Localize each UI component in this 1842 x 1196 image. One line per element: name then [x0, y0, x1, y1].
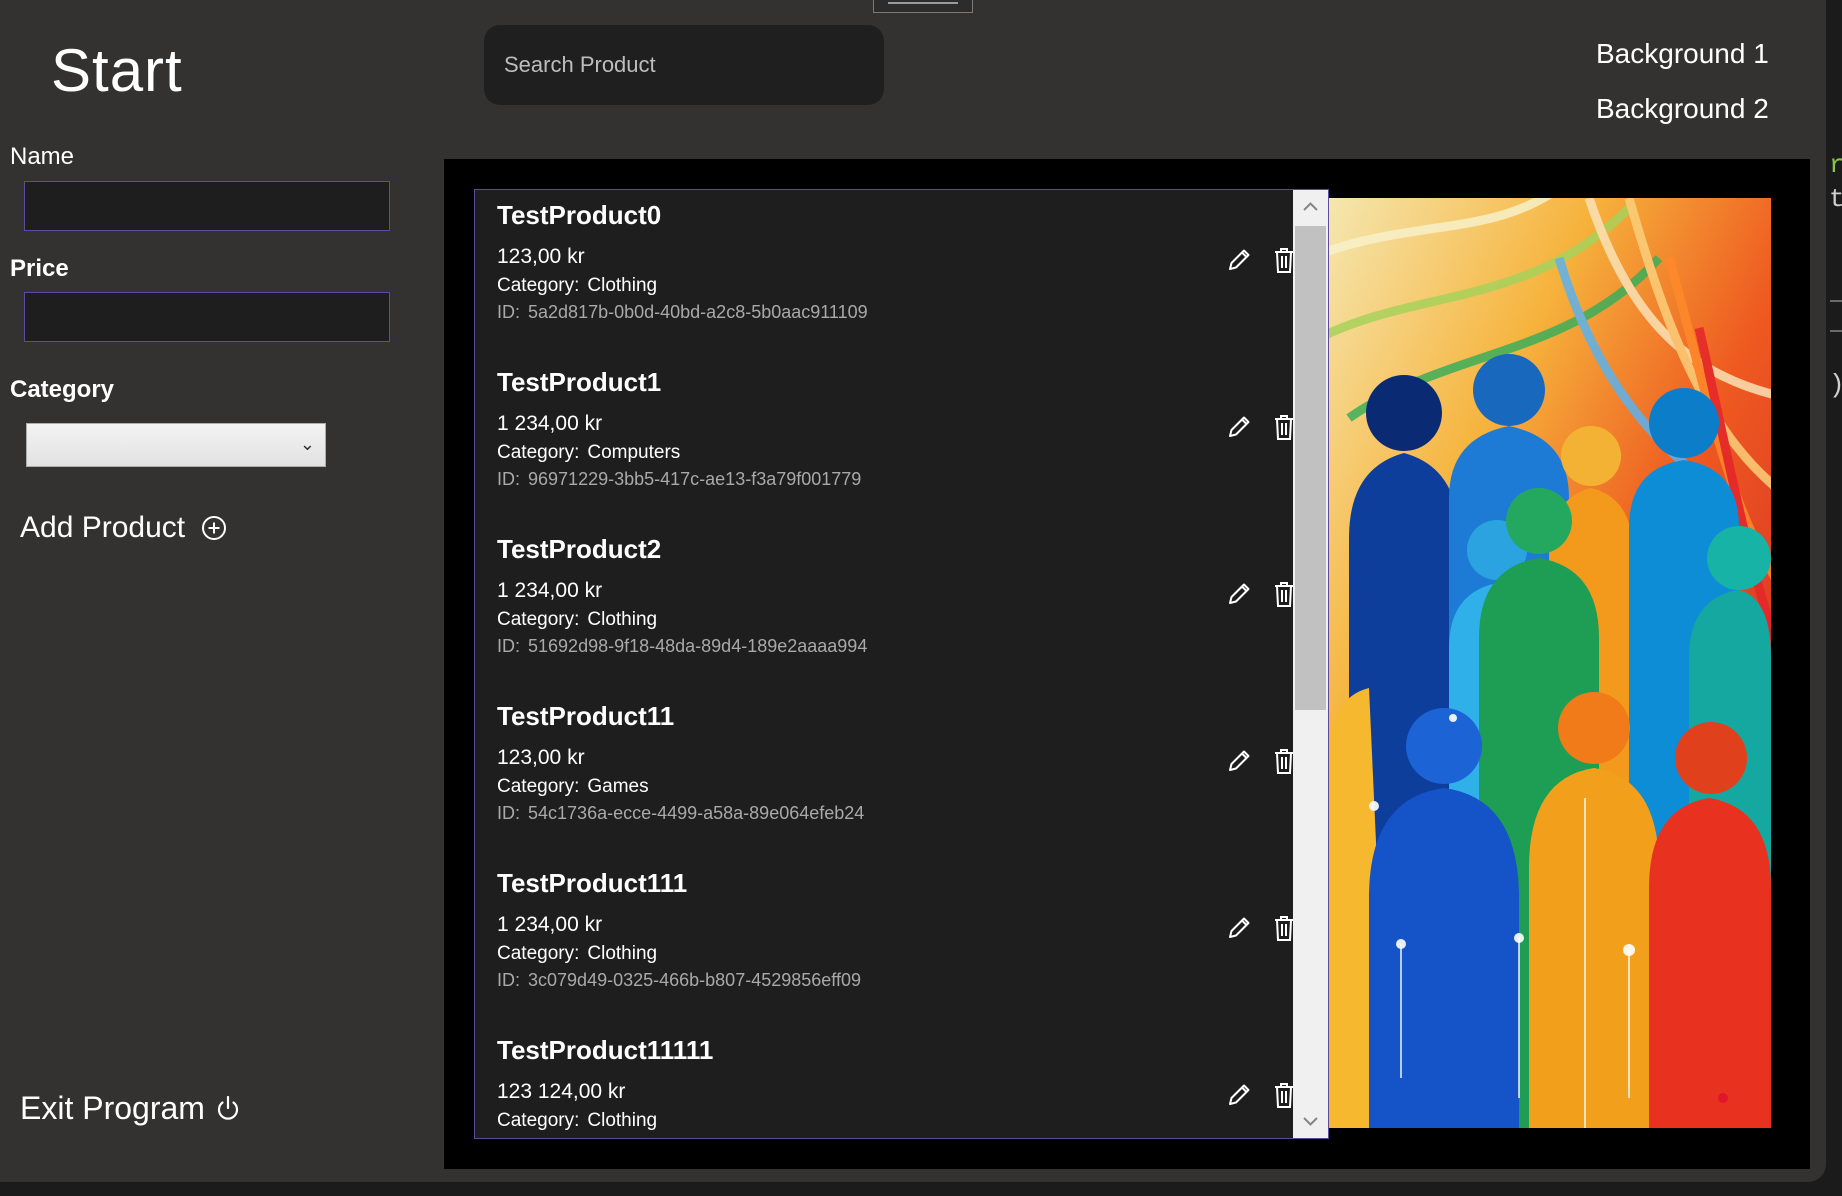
product-item: TestProduct1 1 234,00 kr Category: Comput…	[497, 357, 1297, 524]
background-artwork-image	[1329, 198, 1771, 1128]
product-name: TestProduct2	[497, 534, 662, 564]
product-item: TestProduct11 123,00 kr Category: Games I…	[497, 691, 1297, 858]
id-key: ID:	[497, 636, 521, 656]
category-value: Clothing	[587, 943, 658, 964]
scroll-up-arrow-icon[interactable]	[1293, 190, 1328, 224]
product-item: TestProduct11111 123 124,00 kr Category:…	[497, 1025, 1297, 1138]
category-select[interactable]: ⌄	[26, 423, 326, 467]
product-id: ID: 51692d98-9f18-48da-89d4-189e2aaaa994	[497, 636, 867, 657]
product-category: Category: Clothing	[497, 609, 657, 631]
window-drag-handle[interactable]	[873, 0, 973, 13]
pencil-icon[interactable]	[1225, 413, 1253, 441]
product-category: Category: Computers	[497, 442, 680, 464]
product-category: Category: Clothing	[497, 1110, 657, 1132]
pencil-icon[interactable]	[1225, 580, 1253, 608]
product-price: 1 234,00 kr	[497, 412, 603, 435]
product-list[interactable]: TestProduct0 123,00 kr Category: Clothing…	[474, 189, 1329, 1139]
product-name: TestProduct0	[497, 200, 662, 230]
background-option-2[interactable]: Background 2	[1596, 93, 1769, 125]
category-value: Clothing	[587, 275, 658, 296]
pencil-icon[interactable]	[1225, 747, 1253, 775]
background-divider	[1830, 300, 1842, 302]
category-value: Clothing	[587, 1110, 658, 1131]
category-key: Category:	[497, 275, 580, 296]
product-name: TestProduct111	[497, 868, 688, 898]
search-input[interactable]	[484, 25, 884, 105]
pencil-icon[interactable]	[1225, 914, 1253, 942]
category-key: Category:	[497, 943, 580, 964]
plus-circle-icon	[202, 516, 227, 540]
product-category: Category: Clothing	[497, 943, 657, 965]
product-price: 123,00 kr	[497, 746, 585, 769]
product-id: ID: 54c1736a-ecce-4499-a58a-89e064efeb24	[497, 803, 864, 824]
product-id: ID: 3c079d49-0325-466b-b807-4529856eff09	[497, 970, 861, 991]
exit-program-button[interactable]: Exit Program	[20, 1088, 241, 1128]
product-name: TestProduct11111	[497, 1035, 714, 1065]
id-value: 51692d98-9f18-48da-89d4-189e2aaaa994	[528, 636, 868, 656]
add-product-button[interactable]: Add Product	[20, 508, 227, 548]
product-item: TestProduct0 123,00 kr Category: Clothing…	[497, 190, 1297, 357]
list-scrollbar[interactable]	[1293, 190, 1328, 1138]
pencil-icon[interactable]	[1225, 1081, 1253, 1109]
category-value: Games	[587, 776, 649, 797]
scroll-down-arrow-icon[interactable]	[1293, 1104, 1328, 1138]
product-id: ID: 5a2d817b-0b0d-40bd-a2c8-5b0aac911109	[497, 302, 868, 323]
category-value: Computers	[587, 442, 681, 463]
product-name: TestProduct11	[497, 701, 675, 731]
id-key: ID:	[497, 302, 521, 322]
product-category: Category: Clothing	[497, 275, 657, 297]
product-item: TestProduct2 1 234,00 kr Category: Clothi…	[497, 524, 1297, 691]
category-key: Category:	[497, 1110, 580, 1131]
product-id: ID: 96971229-3bb5-417c-ae13-f3a79f001779	[497, 469, 861, 490]
name-input[interactable]	[24, 181, 390, 231]
id-key: ID:	[497, 970, 521, 990]
chevron-down-icon: ⌄	[299, 434, 315, 455]
power-icon	[217, 1095, 239, 1120]
app-window: Start Name Price Category ⌄ Add Product …	[0, 0, 1826, 1182]
name-label: Name	[10, 143, 75, 170]
id-value: 54c1736a-ecce-4499-a58a-89e064efeb24	[528, 803, 865, 823]
background-code-fragment: r	[1829, 150, 1842, 180]
id-value: 96971229-3bb5-417c-ae13-f3a79f001779	[528, 469, 862, 489]
category-key: Category:	[497, 442, 580, 463]
id-key: ID:	[497, 469, 521, 489]
category-value: Clothing	[587, 609, 658, 630]
product-category: Category: Games	[497, 776, 649, 798]
pencil-icon[interactable]	[1225, 246, 1253, 274]
id-value: 5a2d817b-0b0d-40bd-a2c8-5b0aac911109	[528, 302, 868, 322]
add-product-label: Add Product	[20, 511, 186, 544]
price-label: Price	[10, 255, 69, 282]
category-label: Category	[10, 376, 115, 403]
id-key: ID:	[497, 803, 521, 823]
product-price: 123 124,00 kr	[497, 1080, 626, 1103]
exit-program-label: Exit Program	[20, 1089, 205, 1126]
category-key: Category:	[497, 609, 580, 630]
background-code-fragment: t	[1829, 184, 1842, 214]
product-price: 1 234,00 kr	[497, 579, 603, 602]
background-divider	[1830, 330, 1842, 332]
background-code-fragment: )	[1829, 370, 1842, 400]
product-price: 1 234,00 kr	[497, 913, 603, 936]
scrollbar-thumb[interactable]	[1295, 226, 1326, 710]
product-item: TestProduct111 1 234,00 kr Category: Clot…	[497, 858, 1297, 1025]
background-option-1[interactable]: Background 1	[1596, 38, 1769, 70]
id-value: 3c079d49-0325-466b-b807-4529856eff09	[528, 970, 861, 990]
price-input[interactable]	[24, 292, 390, 342]
product-name: TestProduct1	[497, 367, 662, 397]
product-price: 123,00 kr	[497, 245, 585, 268]
category-key: Category:	[497, 776, 580, 797]
page-title: Start	[51, 37, 183, 104]
